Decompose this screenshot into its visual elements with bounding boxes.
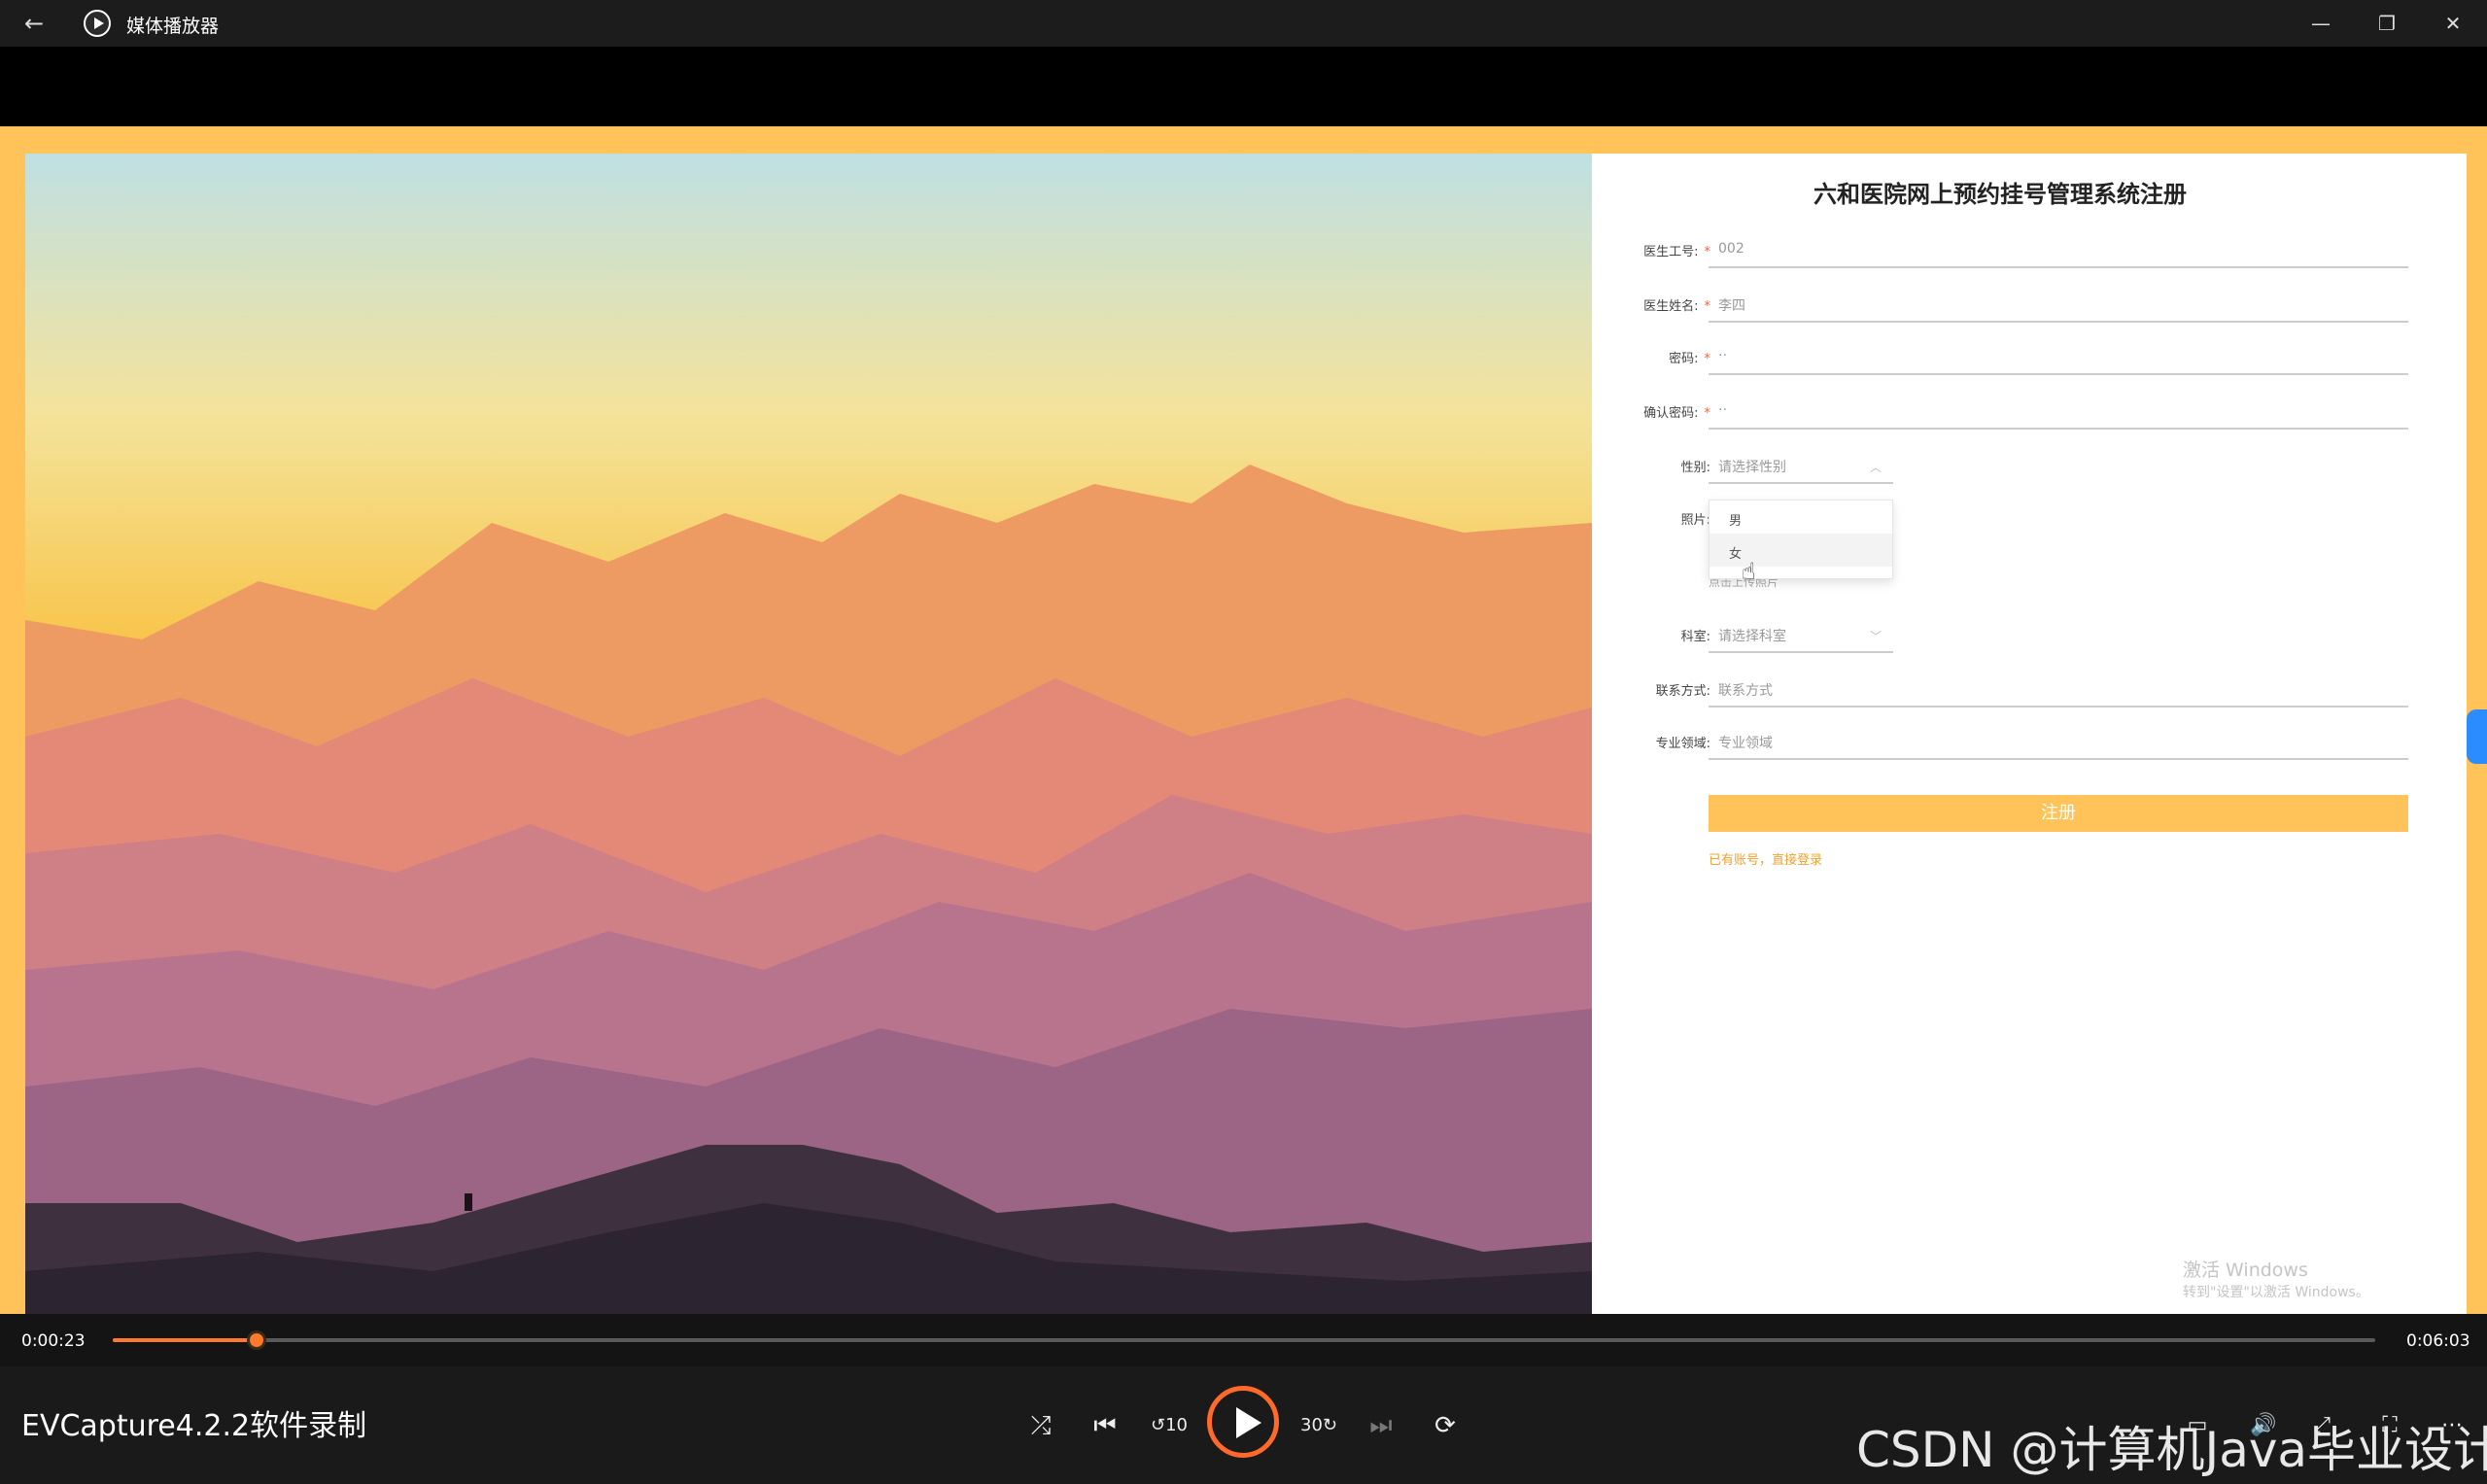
seek-thumb[interactable] bbox=[246, 1330, 266, 1350]
department-row: 科室: 请选择科室 ﹀ bbox=[1592, 614, 2428, 663]
doctor-name-input[interactable]: 李四 bbox=[1709, 286, 2408, 323]
player-controls: EVCapture4.2.2软件录制 ⤮ ⏮ ↺10 30↻ ⏭ ⟳ ▭ 🔊 ⤢… bbox=[0, 1366, 2487, 1484]
confirm-password-row: 确认密码: * ·· bbox=[1592, 391, 2428, 439]
hand-cursor-icon: ☝ bbox=[1742, 558, 1756, 585]
shuffle-icon[interactable]: ⤮ bbox=[1019, 1403, 1063, 1448]
confirm-password-label: 确认密码: bbox=[1643, 406, 1699, 421]
department-label: 科室: bbox=[1680, 630, 1710, 644]
play-button[interactable] bbox=[1207, 1386, 1279, 1458]
chevron-up-icon: ︿ bbox=[1869, 461, 1882, 474]
register-button[interactable]: 注册 bbox=[1709, 795, 2408, 832]
specialty-label: 专业领域: bbox=[1655, 737, 1710, 751]
gender-row: 性别: 请选择性别 ︿ bbox=[1592, 445, 2428, 494]
media-player-app-icon bbox=[84, 10, 111, 37]
registration-form-panel: 六和医院网上预约挂号管理系统注册 医生工号: * 002 医生姓名: * 李四 密码… bbox=[1592, 154, 2467, 1335]
confirm-password-input[interactable]: ·· bbox=[1709, 393, 2408, 430]
windows-activation-watermark: 激活 Windows 转到"设置"以激活 Windows。 bbox=[2183, 1256, 2369, 1301]
chevron-down-icon: ﹀ bbox=[1869, 630, 1882, 643]
doctor-id-row: 医生工号: * 002 bbox=[1592, 229, 2428, 278]
gender-select[interactable]: 请选择性别 ︿ bbox=[1709, 447, 1893, 484]
specialty-input[interactable]: 专业领域 bbox=[1709, 723, 2408, 760]
restore-icon[interactable]: ❐ bbox=[2354, 0, 2420, 47]
gender-option-male[interactable]: 男 bbox=[1710, 500, 1892, 534]
gender-placeholder: 请选择性别 bbox=[1718, 460, 1786, 475]
gender-label: 性别: bbox=[1680, 461, 1710, 475]
close-icon[interactable]: ✕ bbox=[2420, 0, 2486, 47]
mountain-sunset-background-image bbox=[25, 154, 1592, 1335]
repeat-off-icon[interactable]: ⟳ bbox=[1423, 1403, 1468, 1448]
activation-line1: 激活 Windows bbox=[2183, 1260, 2308, 1281]
seek-bar-area: 0:00:23 0:06:03 bbox=[0, 1314, 2487, 1366]
doctor-name-row: 医生姓名: * 李四 bbox=[1592, 284, 2428, 332]
gender-option-female[interactable]: 女 bbox=[1710, 534, 1892, 567]
gender-dropdown-menu: 男 女 bbox=[1709, 500, 1893, 579]
side-floating-tab[interactable] bbox=[2467, 709, 2487, 764]
doctor-id-input[interactable]: 002 bbox=[1709, 231, 2408, 268]
back-arrow-icon[interactable]: ← bbox=[17, 8, 51, 39]
contact-label: 联系方式: bbox=[1655, 684, 1710, 699]
next-icon[interactable]: ⏭ bbox=[1359, 1403, 1403, 1448]
password-row: 密码: * ·· bbox=[1592, 336, 2428, 385]
window-title: 媒体播放器 bbox=[126, 16, 220, 37]
department-placeholder: 请选择科室 bbox=[1718, 629, 1786, 644]
media-title: EVCapture4.2.2软件录制 bbox=[21, 1409, 367, 1443]
contact-row: 联系方式: 联系方式 bbox=[1592, 669, 2428, 717]
contact-input[interactable]: 联系方式 bbox=[1709, 671, 2408, 707]
activation-line2: 转到"设置"以激活 Windows。 bbox=[2183, 1285, 2369, 1300]
password-label: 密码: bbox=[1669, 352, 1699, 366]
rewind-10-icon[interactable]: ↺10 bbox=[1147, 1403, 1192, 1448]
forward-30-icon[interactable]: 30↻ bbox=[1296, 1403, 1341, 1448]
photo-label: 照片: bbox=[1680, 513, 1710, 528]
previous-icon[interactable]: ⏮ bbox=[1083, 1403, 1127, 1448]
title-bar: ← 媒体播放器 — ❐ ✕ bbox=[0, 0, 2487, 47]
form-title: 六和医院网上预约挂号管理系统注册 bbox=[1813, 181, 2187, 208]
doctor-name-label: 医生姓名: bbox=[1643, 299, 1699, 314]
csdn-watermark: CSDN @计算机Java毕业设计 bbox=[1856, 1422, 2487, 1478]
total-time: 0:06:03 bbox=[2406, 1331, 2470, 1351]
seek-track[interactable] bbox=[113, 1330, 2375, 1350]
seek-progress-fill bbox=[113, 1338, 257, 1342]
department-select[interactable]: 请选择科室 ﹀ bbox=[1709, 616, 1893, 653]
login-link[interactable]: 已有账号，直接登录 bbox=[1709, 849, 1822, 868]
specialty-row: 专业领域: 专业领域 bbox=[1592, 721, 2428, 770]
minimize-icon[interactable]: — bbox=[2288, 0, 2354, 47]
current-time: 0:00:23 bbox=[21, 1331, 86, 1351]
doctor-id-label: 医生工号: bbox=[1643, 245, 1699, 259]
password-input[interactable]: ·· bbox=[1709, 338, 2408, 375]
